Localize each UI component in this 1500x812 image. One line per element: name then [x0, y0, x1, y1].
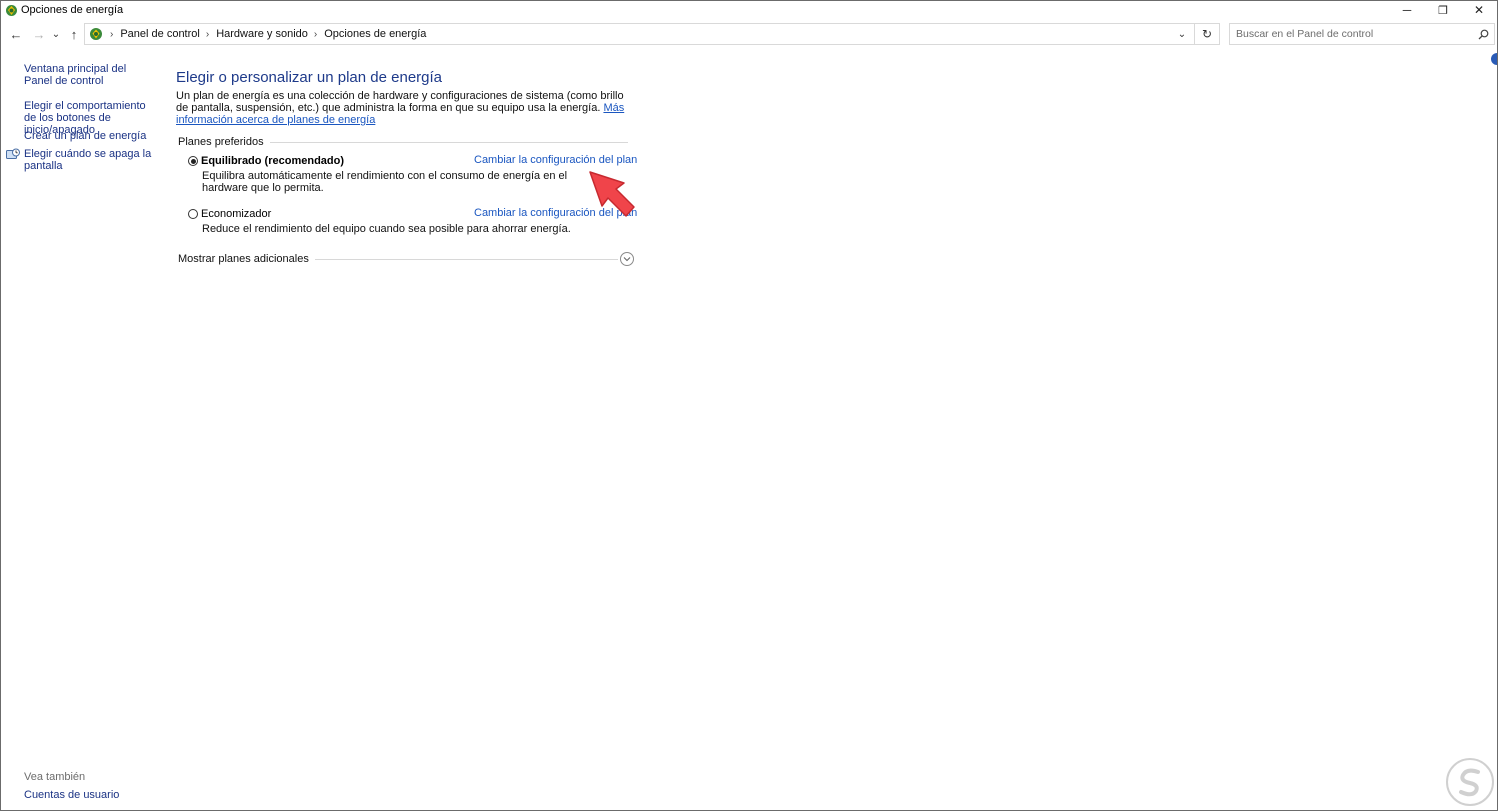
chevron-down-icon [623, 257, 631, 262]
plan-description: Equilibra automáticamente el rendimiento… [202, 170, 568, 194]
control-panel-icon [88, 26, 104, 42]
window-controls: ─ ❐ ✕ [1389, 1, 1497, 19]
plan-radio-balanced[interactable] [188, 156, 198, 166]
sidebar-item-label: Cuentas de usuario [24, 789, 120, 801]
address-dropdown-button[interactable]: ⌄ [1173, 24, 1191, 44]
radio-selected-dot [190, 158, 196, 164]
up-button[interactable]: ↑ [65, 25, 83, 43]
back-button[interactable]: ← [7, 25, 25, 43]
sidebar-item-control-panel-home[interactable]: Ventana principal del Panel de control [24, 63, 156, 87]
close-icon: ✕ [1473, 3, 1485, 17]
expand-button[interactable] [620, 252, 634, 266]
sidebar-item-create-plan[interactable]: Crear un plan de energía [24, 130, 156, 142]
search-icon[interactable] [1475, 26, 1491, 42]
breadcrumb-power-options[interactable]: Opciones de energía [324, 28, 426, 40]
sidebar-item-label: Elegir cuándo se apaga la pantalla [24, 148, 152, 172]
breadcrumb-separator[interactable]: › [206, 29, 209, 40]
breadcrumb-separator[interactable]: › [314, 29, 317, 40]
breadcrumb-control-panel[interactable]: Panel de control [120, 28, 200, 40]
minimize-button[interactable]: ─ [1389, 1, 1425, 19]
preferred-plans-header: Planes preferidos [178, 136, 628, 148]
chevron-down-icon: ⌄ [51, 28, 61, 40]
chevron-down-icon: ⌄ [1177, 28, 1187, 40]
up-arrow-icon: ↑ [70, 26, 78, 42]
search-input[interactable] [1230, 25, 1475, 43]
breadcrumb-hardware-sound[interactable]: Hardware y sonido [216, 28, 308, 40]
plan-name[interactable]: Equilibrado (recomendado) [201, 155, 344, 167]
close-button[interactable]: ✕ [1461, 1, 1497, 19]
sidebar-item-label: Ventana principal del Panel de control [24, 63, 127, 87]
power-options-icon [4, 3, 18, 17]
power-options-window: Opciones de energía ─ ❐ ✕ ← → ⌄ ↑ › Pane… [0, 0, 1498, 811]
sidebar-item-user-accounts[interactable]: Cuentas de usuario [24, 789, 156, 801]
forward-button[interactable]: → [30, 25, 48, 43]
breadcrumb-separator[interactable]: › [110, 29, 113, 40]
navigation-bar: ← → ⌄ ↑ › Panel de control › Hardware y … [1, 21, 1497, 49]
restore-button[interactable]: ❐ [1425, 1, 1461, 19]
search-box[interactable] [1229, 23, 1495, 45]
divider [314, 258, 618, 260]
annotation-arrow-icon [589, 171, 635, 217]
plan-name[interactable]: Economizador [201, 208, 271, 220]
back-arrow-icon: ← [9, 26, 23, 42]
preferred-plans-label: Planes preferidos [178, 136, 264, 148]
show-additional-plans-label[interactable]: Mostrar planes adicionales [178, 253, 309, 265]
address-bar[interactable]: › Panel de control › Hardware y sonido ›… [84, 23, 1220, 45]
plan-radio-power-saver[interactable] [188, 209, 198, 219]
change-plan-settings-link[interactable]: Cambiar la configuración del plan [474, 154, 637, 166]
plan-power-saver: Economizador Cambiar la configuración de… [188, 207, 637, 235]
minimize-icon: ─ [1402, 3, 1412, 17]
intro-text: Un plan de energía es una colección de h… [176, 90, 624, 114]
window-title: Opciones de energía [21, 4, 124, 16]
divider [269, 141, 628, 143]
plan-balanced: Equilibrado (recomendado) Cambiar la con… [188, 154, 637, 194]
restore-icon: ❐ [1438, 4, 1448, 17]
display-clock-icon [6, 148, 20, 162]
task-pane: Ventana principal del Panel de control E… [1, 59, 161, 810]
title-bar: Opciones de energía ─ ❐ ✕ [1, 1, 1497, 19]
intro-paragraph: Un plan de energía es una colección de h… [176, 90, 628, 126]
sidebar-item-display-off[interactable]: Elegir cuándo se apaga la pantalla [24, 148, 156, 172]
scroll-indicator-icon [1491, 53, 1497, 65]
recent-locations-button[interactable]: ⌄ [50, 25, 62, 43]
see-also-heading: Vea también [24, 771, 86, 783]
refresh-button[interactable]: ↻ [1194, 24, 1219, 44]
page-title: Elegir o personalizar un plan de energía [176, 69, 443, 86]
sidebar-item-label: Crear un plan de energía [24, 130, 147, 142]
refresh-icon: ↻ [1201, 27, 1213, 41]
show-additional-plans[interactable]: Mostrar planes adicionales [178, 251, 634, 267]
watermark-logo [1446, 758, 1494, 806]
plan-description: Reduce el rendimiento del equipo cuando … [202, 223, 571, 235]
forward-arrow-icon: → [32, 26, 46, 42]
